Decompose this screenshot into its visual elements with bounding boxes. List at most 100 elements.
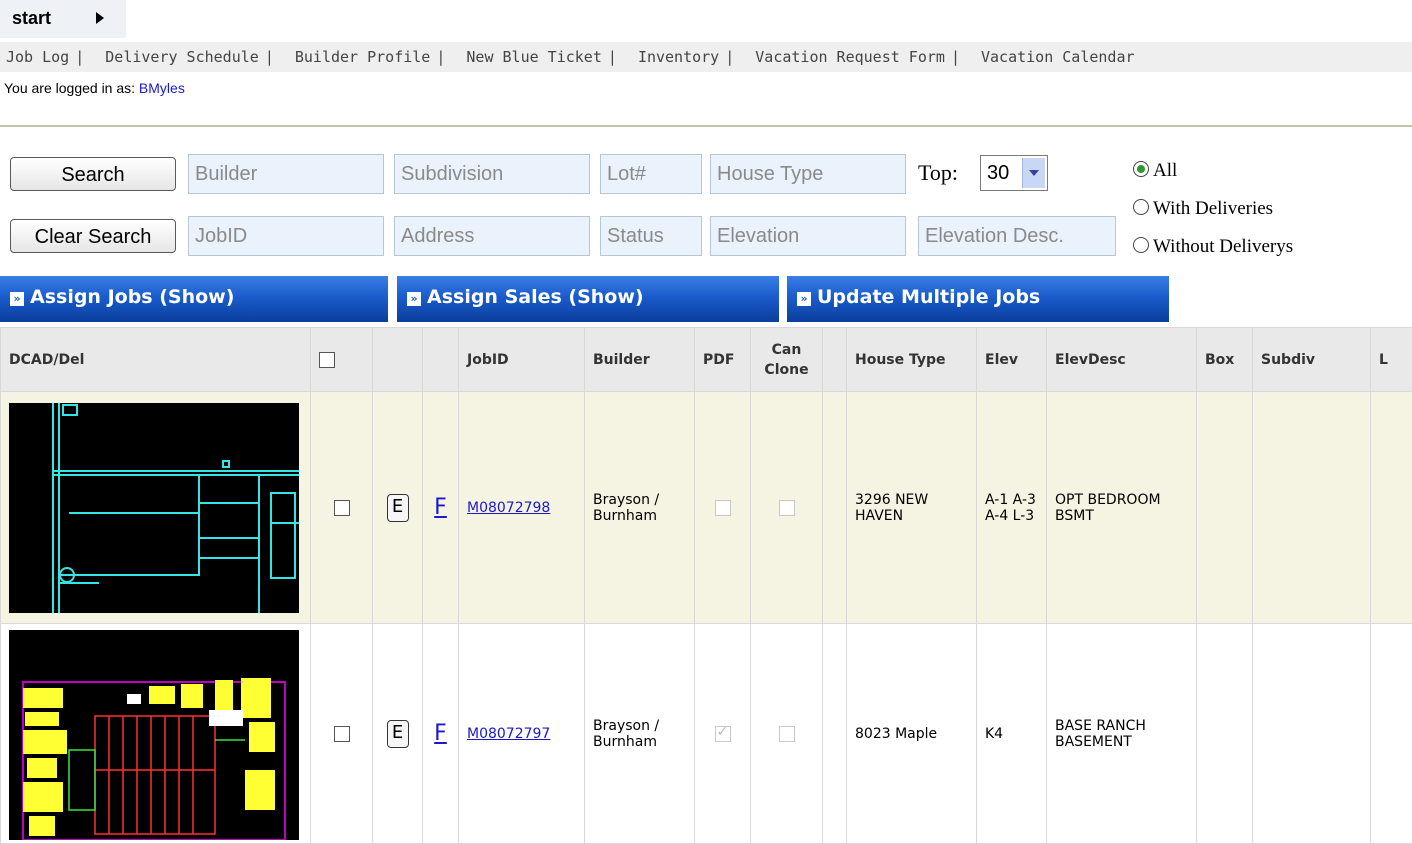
jobid-cell: M08072797 [459,624,585,844]
col-elevdesc[interactable]: ElevDesc [1047,328,1197,392]
radio-without-deliverys[interactable]: Without Deliverys [1133,236,1293,258]
radio-without-deliverys-label: Without Deliverys [1153,236,1293,257]
builder-cell: Brayson / Burnham [585,624,695,844]
file-link[interactable]: F [434,495,447,520]
box-cell [1197,624,1253,844]
file-cell: F [423,624,459,844]
box-cell [1197,392,1253,624]
col-can-clone[interactable]: Can Clone [751,328,823,392]
start-menu[interactable]: start [0,0,126,38]
assign-jobs-panel[interactable]: »Assign Jobs (Show) [0,276,388,322]
col-jobid[interactable]: JobID [459,328,585,392]
l-cell [1371,624,1412,844]
row-checkbox[interactable] [334,500,350,516]
nav-vacation-calendar[interactable]: Vacation Calendar [981,48,1135,66]
jobid-link[interactable]: M08072798 [467,500,550,516]
search-button[interactable]: Search [10,157,176,191]
top-nav: Job Log| Delivery Schedule| Builder Prof… [0,42,1412,72]
col-blank-1 [373,328,423,392]
radio-with-deliveries-label: With Deliveries [1153,198,1273,219]
jobs-table: DCAD/Del JobID Builder PDF Can Clone Hou… [0,327,1412,844]
expand-chevron-icon: » [797,292,811,306]
jobid-cell: M08072798 [459,392,585,624]
status-input[interactable]: Status [600,216,702,256]
dcad-cell [1,624,311,844]
radio-all[interactable]: All [1133,160,1177,182]
nav-vacation-request-form[interactable]: Vacation Request Form [755,48,945,66]
elevation-input[interactable]: Elevation [710,216,906,256]
col-pdf[interactable]: PDF [695,328,751,392]
nav-delivery-schedule[interactable]: Delivery Schedule [105,48,259,66]
file-link[interactable]: F [434,721,447,746]
col-builder[interactable]: Builder [585,328,695,392]
radio-unchecked-icon[interactable] [1133,199,1149,215]
dcad-cell [1,392,311,624]
select-cell [311,624,373,844]
login-prefix: You are logged in as: [4,80,135,96]
jobid-input[interactable]: JobID [188,216,384,256]
start-label: start [12,8,51,29]
radio-all-label: All [1153,160,1177,181]
radio-checked-icon[interactable] [1133,161,1149,177]
builder-cell: Brayson / Burnham [585,392,695,624]
edit-button[interactable]: E [387,494,409,522]
table-header-row: DCAD/Del JobID Builder PDF Can Clone Hou… [1,328,1412,392]
select-all-checkbox[interactable] [319,352,335,368]
col-box[interactable]: Box [1197,328,1253,392]
can-clone-checkbox [779,500,795,516]
nav-inventory[interactable]: Inventory [638,48,719,66]
edit-button[interactable]: E [387,720,409,748]
house-type-cell: 8023 Maple [847,624,977,844]
clone-cell [751,624,823,844]
subdiv-cell [1253,624,1371,844]
subdivision-input[interactable]: Subdivision [394,154,590,194]
radio-with-deliveries[interactable]: With Deliveries [1133,198,1273,220]
row-checkbox[interactable] [334,726,350,742]
builder-input[interactable]: Builder [188,154,384,194]
nav-builder-profile[interactable]: Builder Profile [295,48,430,66]
pdf-checkbox [715,500,731,516]
nav-new-blue-ticket[interactable]: New Blue Ticket [466,48,601,66]
elevdesc-cell: BASE RANCH BASEMENT [1047,624,1197,844]
cad-drawing-thumbnail[interactable] [9,403,299,613]
col-elev[interactable]: Elev [977,328,1047,392]
blank-cell [823,624,847,844]
assign-sales-panel[interactable]: » Assign Sales (Show) [397,276,779,322]
update-multiple-jobs-label: Update Multiple Jobs [817,286,1040,308]
top-select[interactable]: 30 [980,155,1048,191]
select-cell [311,392,373,624]
elev-cell: A-1 A-3 A-4 L-3 [977,392,1047,624]
expand-chevron-icon: » [407,292,421,306]
elevation-desc-input[interactable]: Elevation Desc. [918,216,1116,256]
can-clone-checkbox [779,726,795,742]
subdiv-cell [1253,392,1371,624]
top-select-value: 30 [987,162,1009,184]
divider [0,125,1412,127]
chevron-down-icon[interactable] [1022,158,1045,188]
elev-cell: K4 [977,624,1047,844]
login-user[interactable]: BMyles [139,80,185,96]
col-house-type[interactable]: House Type [847,328,977,392]
file-cell: F [423,392,459,624]
clone-cell [751,392,823,624]
assign-jobs-label: Assign Jobs (Show) [30,286,234,308]
clear-search-button[interactable]: Clear Search [10,219,176,253]
elevdesc-cell: OPT BEDROOM BSMT [1047,392,1197,624]
radio-unchecked-icon[interactable] [1133,237,1149,253]
blank-cell [823,392,847,624]
col-l[interactable]: L [1371,328,1412,392]
col-subdiv[interactable]: Subdiv [1253,328,1371,392]
house-type-input[interactable]: House Type [710,154,906,194]
address-input[interactable]: Address [394,216,590,256]
update-multiple-jobs-panel[interactable]: » Update Multiple Jobs [787,276,1169,322]
assign-sales-label: Assign Sales (Show) [427,286,644,308]
jobid-link[interactable]: M08072797 [467,726,550,742]
nav-job-log[interactable]: Job Log [6,48,69,66]
top-label: Top: [918,160,958,186]
start-arrow-icon [96,12,104,24]
col-dcad-del[interactable]: DCAD/Del [1,328,311,392]
lot-input[interactable]: Lot# [600,154,702,194]
house-type-cell: 3296 NEW HAVEN [847,392,977,624]
pdf-checkbox [715,726,731,742]
cad-drawing-thumbnail[interactable] [9,630,299,840]
